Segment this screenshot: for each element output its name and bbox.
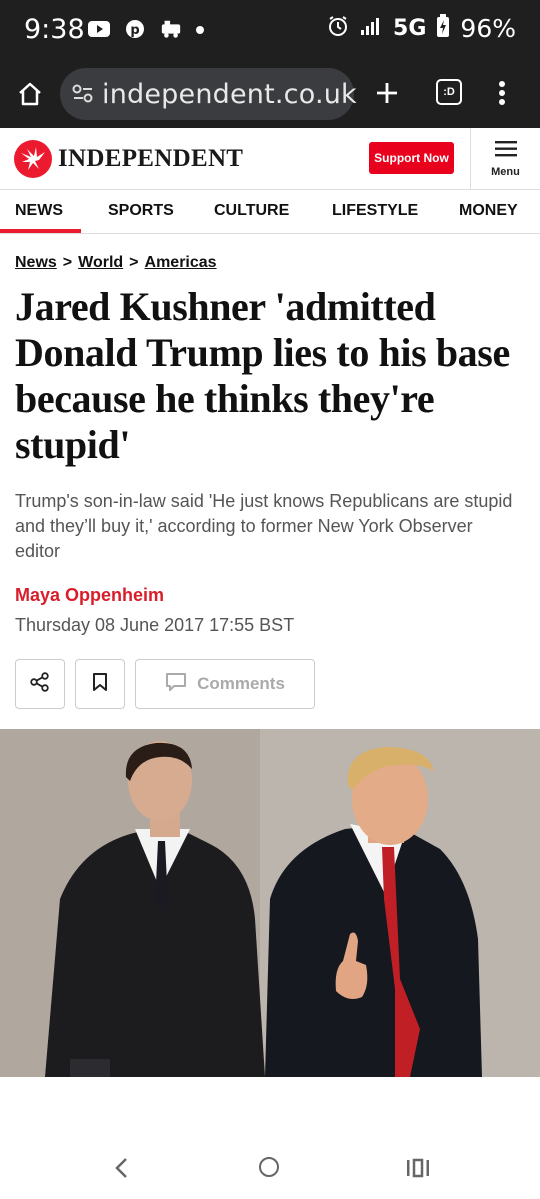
pinterest-icon: p bbox=[124, 18, 146, 40]
nav-item-money[interactable]: MONEY bbox=[459, 202, 518, 220]
tab-switcher-button[interactable]: :D bbox=[436, 79, 462, 105]
site-logo[interactable]: INDEPENDENT bbox=[14, 140, 243, 178]
article-lead-photo bbox=[0, 729, 540, 1077]
status-bar: 9:38 p 5G 96% bbox=[0, 0, 540, 62]
breadcrumb-news[interactable]: News bbox=[15, 254, 57, 272]
menu-button[interactable]: Menu bbox=[470, 128, 540, 190]
comments-button[interactable]: Comments bbox=[135, 659, 315, 709]
nav-item-culture[interactable]: CULTURE bbox=[214, 202, 289, 220]
breadcrumb-americas[interactable]: Americas bbox=[145, 254, 217, 272]
network-type: 5G bbox=[393, 16, 427, 41]
menu-label: Menu bbox=[491, 165, 520, 178]
author-name[interactable]: Maya Oppenheim bbox=[15, 585, 164, 606]
active-tab-indicator bbox=[0, 229, 81, 233]
breadcrumb: News > World > Americas bbox=[15, 254, 217, 272]
browser-toolbar: independent.co.uk :D bbox=[0, 62, 540, 128]
home-icon[interactable] bbox=[16, 80, 44, 113]
svg-text:p: p bbox=[130, 23, 139, 38]
system-status: 5G 96% bbox=[327, 14, 516, 43]
article-headline: Jared Kushner 'admitted Donald Trump lie… bbox=[15, 284, 510, 467]
notification-icons: p bbox=[88, 18, 204, 40]
train-icon bbox=[160, 18, 182, 40]
site-settings-icon[interactable] bbox=[72, 84, 94, 109]
nav-item-sports[interactable]: SPORTS bbox=[108, 202, 174, 220]
share-button[interactable] bbox=[15, 659, 65, 709]
notification-dot-icon bbox=[196, 26, 204, 34]
share-icon bbox=[30, 671, 50, 697]
nav-item-lifestyle[interactable]: LIFESTYLE bbox=[332, 202, 418, 220]
breadcrumb-separator: > bbox=[62, 254, 73, 271]
article-standfirst: Trump's son-in-law said 'He just knows R… bbox=[15, 491, 513, 561]
more-options-icon[interactable] bbox=[498, 78, 506, 113]
battery-percent: 96% bbox=[460, 14, 516, 43]
site-logo-text: INDEPENDENT bbox=[58, 145, 244, 172]
eagle-logo-icon bbox=[14, 140, 52, 178]
recent-apps-icon[interactable] bbox=[405, 1157, 431, 1184]
comment-icon bbox=[165, 672, 187, 697]
home-circle-icon[interactable] bbox=[259, 1157, 279, 1177]
alarm-icon bbox=[327, 15, 349, 42]
address-bar[interactable]: independent.co.uk bbox=[60, 68, 357, 120]
lead-photo-illustration bbox=[0, 729, 540, 1077]
back-icon[interactable] bbox=[112, 1156, 132, 1185]
site-header: INDEPENDENT Support Now Menu bbox=[0, 128, 540, 190]
breadcrumb-separator: > bbox=[129, 254, 139, 271]
system-nav-bar bbox=[0, 1140, 540, 1199]
url-text: independent.co.uk bbox=[102, 79, 357, 110]
publish-date: Thursday 08 June 2017 17:55 BST bbox=[15, 615, 295, 635]
support-now-button[interactable]: Support Now bbox=[369, 142, 454, 174]
bookmark-icon bbox=[92, 672, 108, 697]
battery-icon bbox=[436, 14, 450, 43]
breadcrumb-world[interactable]: World bbox=[78, 254, 123, 272]
new-tab-icon[interactable] bbox=[372, 78, 402, 113]
status-time: 9:38 bbox=[24, 14, 85, 45]
signal-icon bbox=[359, 15, 383, 42]
bookmark-button[interactable] bbox=[75, 659, 125, 709]
hamburger-icon bbox=[494, 140, 517, 162]
section-nav: NEWS SPORTS CULTURE LIFESTYLE MONEY bbox=[0, 190, 540, 234]
nav-item-news[interactable]: NEWS bbox=[15, 202, 63, 220]
comments-label: Comments bbox=[197, 674, 285, 693]
youtube-icon bbox=[88, 18, 110, 40]
